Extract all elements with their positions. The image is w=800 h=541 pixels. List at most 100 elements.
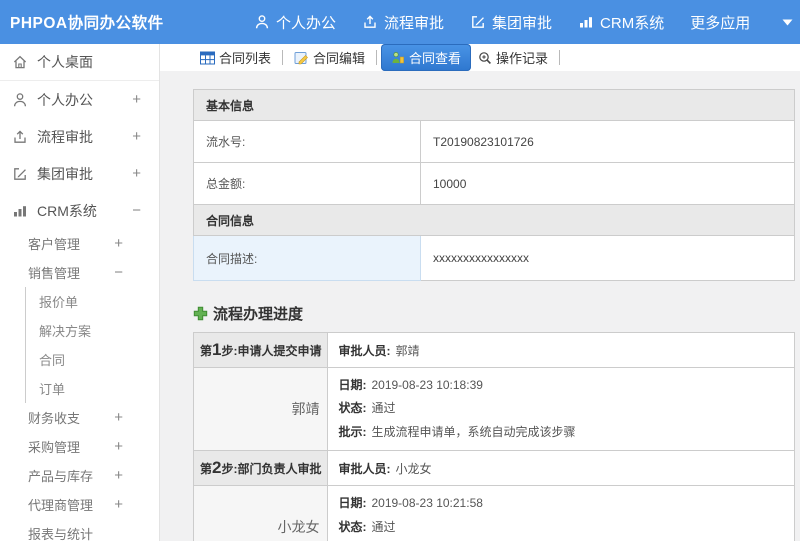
sidebar: 个人桌面 个人办公 + 流程审批 + 集团审批 + CRM系统 − 客户管理 +… [0, 44, 160, 541]
sidebar-item-workflow-approval[interactable]: 流程审批 + [0, 118, 159, 155]
field-label-highlighted: 合同描述: [193, 235, 421, 281]
sidebar-item-label: 集团审批 [37, 165, 93, 182]
field-value: T20190823101726 [420, 120, 795, 163]
sidebar-item-group-approval[interactable]: 集团审批 + [0, 155, 159, 192]
expand-toggle[interactable]: + [114, 467, 123, 484]
remark-line: 批示: 生成流程申请单，系统自动完成该步骤 [338, 421, 784, 444]
sidebar-item-label: 产品与库存 [28, 469, 94, 484]
tab-label: 合同列表 [219, 51, 272, 66]
main-area: 合同列表 合同编辑 合同查看 操作记录 基本信息 流水号: T201908231… [160, 44, 800, 541]
tab-contract-view[interactable]: 合同查看 [381, 44, 472, 71]
sidebar-item-label: 个人办公 [37, 91, 93, 108]
section-title: 合同信息 [193, 204, 795, 236]
progress-title-text: 流程办理进度 [213, 306, 304, 323]
status-value: 通过 [371, 519, 396, 534]
tab-contract-list[interactable]: 合同列表 [193, 44, 278, 71]
tab-operation-log[interactable]: 操作记录 [471, 44, 555, 71]
tab-label: 合同查看 [409, 51, 462, 66]
tab-contract-edit[interactable]: 合同编辑 [287, 44, 372, 71]
handler-name: 小龙女 [192, 485, 329, 541]
sidebar-item-solution[interactable]: 解决方案 [26, 316, 159, 345]
sidebar-item-label: CRM系统 [37, 202, 97, 219]
sidebar-item-reports-statistics[interactable]: 报表与统计 [0, 519, 159, 541]
topnav-workflow-approval[interactable]: 流程审批 [362, 12, 444, 33]
approver-label: 审批人员: [338, 343, 391, 358]
sidebar-item-customer-management[interactable]: 客户管理 + [0, 229, 159, 258]
step-detail-cell: 日期:2019-08-23 10:21:58 状态:通过 批示:通过 [327, 485, 795, 541]
content-panel: 基本信息 流水号: T20190823101726 总金额: 10000 合同信… [160, 71, 800, 541]
sidebar-item-quotation[interactable]: 报价单 [26, 287, 159, 316]
approver-cell: 审批人员: 郭靖 [327, 332, 795, 368]
edit-icon [470, 14, 486, 30]
workflow-icon [12, 129, 28, 145]
section-header-row: 基本信息 [193, 89, 795, 121]
more-apps-dropdown[interactable] [782, 19, 793, 26]
tab-label: 操作记录 [496, 51, 549, 66]
topnav-crm-system[interactable]: CRM系统 [578, 12, 664, 33]
date-label: 日期: [338, 496, 367, 511]
handler-name: 郭靖 [192, 366, 329, 452]
sidebar-item-label: 客户管理 [28, 237, 81, 252]
sidebar-item-label: 合同 [39, 353, 66, 368]
step-detail-row: 小龙女 日期:2019-08-23 10:21:58 状态:通过 批示:通过 [192, 485, 795, 541]
date-value: 2019-08-23 10:21:58 [371, 496, 483, 511]
tab-separator [282, 50, 284, 65]
sidebar-item-label: 财务收支 [28, 411, 81, 426]
expand-toggle[interactable]: + [132, 91, 141, 108]
topnav-label: 个人办公 [276, 14, 337, 32]
workflow-icon [362, 14, 378, 30]
status-label: 状态: [338, 401, 367, 416]
expand-toggle[interactable]: + [132, 165, 141, 182]
progress-section-title: 流程办理进度 [193, 303, 795, 324]
person-icon [12, 92, 28, 108]
sidebar-item-label: 个人桌面 [37, 54, 93, 70]
sidebar-item-label: 流程审批 [37, 128, 93, 145]
approver-name: 小龙女 [395, 461, 432, 476]
caret-down-icon [782, 19, 793, 26]
sidebar-item-contract[interactable]: 合同 [26, 345, 159, 374]
zoom-plus-icon [478, 51, 492, 65]
contract-info-table: 基本信息 流水号: T20190823101726 总金额: 10000 合同信… [193, 89, 795, 281]
field-value: 10000 [420, 162, 795, 205]
step-detail-cell: 日期: 2019-08-23 10:18:39 状态: 通过 批示: 生成流程申请单，… [327, 366, 795, 452]
sidebar-item-finance[interactable]: 财务收支 + [0, 403, 159, 432]
sidebar-item-personal-office[interactable]: 个人办公 + [0, 81, 159, 118]
home-icon [12, 54, 28, 70]
expand-toggle[interactable]: + [114, 409, 123, 426]
sidebar-item-product-inventory[interactable]: 产品与库存 + [0, 461, 159, 490]
tab-bar: 合同列表 合同编辑 合同查看 操作记录 [160, 44, 800, 71]
sidebar-item-personal-desktop[interactable]: 个人桌面 [0, 44, 159, 81]
field-label: 流水号: [193, 120, 421, 163]
topnav-label: 流程审批 [384, 14, 445, 32]
status-value: 通过 [371, 401, 396, 416]
step-header-row: 第2步:部门负责人审批 审批人员: 小龙女 [192, 450, 795, 487]
topnav-personal-office[interactable]: 个人办公 [254, 12, 336, 33]
collapse-toggle[interactable]: − [114, 264, 123, 281]
expand-toggle[interactable]: + [114, 235, 123, 252]
topnav-label: 更多应用 [690, 14, 751, 32]
topnav-label: 集团审批 [492, 14, 553, 32]
collapse-toggle[interactable]: − [132, 202, 141, 219]
sidebar-item-purchase-management[interactable]: 采购管理 + [0, 432, 159, 461]
expand-toggle[interactable]: + [114, 438, 123, 455]
remark-value: 生成流程申请单，系统自动完成该步骤 [371, 424, 576, 439]
table-list-icon [200, 51, 215, 65]
topnav-more-apps[interactable]: 更多应用 [690, 12, 750, 33]
sidebar-item-order[interactable]: 订单 [26, 374, 159, 403]
table-row: 总金额: 10000 [193, 162, 795, 205]
contract-view-icon [391, 51, 405, 65]
app-title: PHPOA协同办公软件 [10, 15, 164, 32]
topnav-group-approval[interactable]: 集团审批 [470, 12, 552, 33]
sidebar-item-agent-management[interactable]: 代理商管理 + [0, 490, 159, 519]
table-row: 流水号: T20190823101726 [193, 120, 795, 163]
step-name: 第2步:部门负责人审批 [192, 450, 329, 487]
sidebar-item-crm-system[interactable]: CRM系统 − [0, 192, 159, 229]
expand-toggle[interactable]: + [132, 128, 141, 145]
edit-icon [12, 166, 28, 182]
sidebar-item-label: 报表与统计 [28, 527, 94, 541]
expand-toggle[interactable]: + [114, 496, 123, 513]
date-value: 2019-08-23 10:18:39 [371, 378, 483, 392]
sidebar-item-sales-management[interactable]: 销售管理 − [0, 258, 159, 287]
date-label: 日期: [338, 378, 367, 392]
table-row: 合同描述: xxxxxxxxxxxxxxxx [193, 235, 795, 281]
